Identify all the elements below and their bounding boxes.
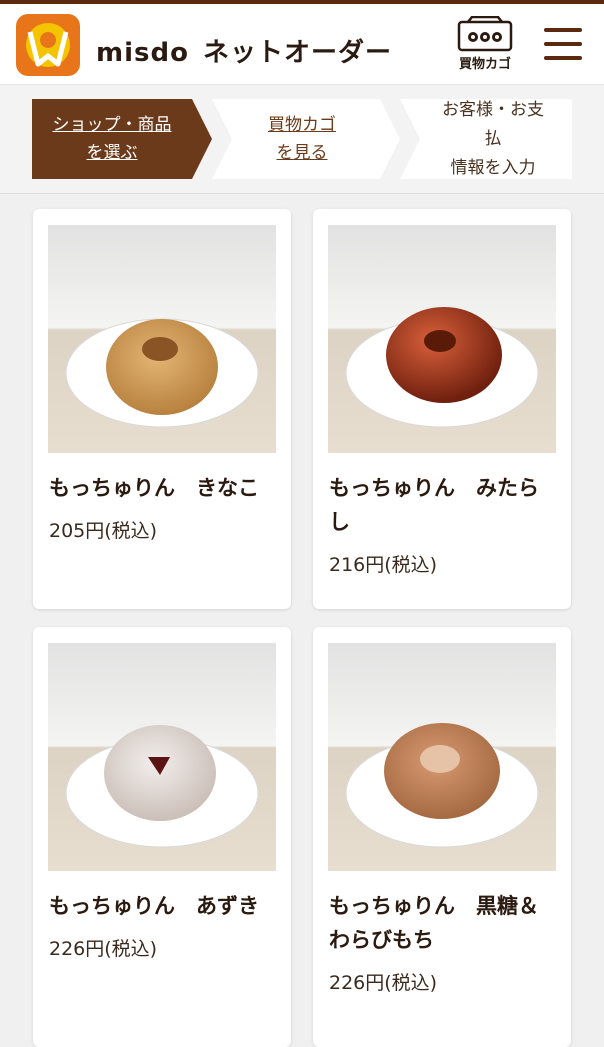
product-card[interactable]: もっちゅりん あずき 226円(税込) bbox=[33, 627, 291, 1047]
product-price: 205円(税込) bbox=[49, 520, 158, 542]
brand-title: misdo ネットオーダー bbox=[96, 32, 392, 69]
step-view-cart[interactable]: 買物カゴ を見る bbox=[212, 99, 400, 179]
brand-prefix: misdo bbox=[96, 38, 189, 68]
step3-line3: 情報を入力 bbox=[450, 157, 536, 178]
product-card[interactable]: もっちゅりん 黒糖＆ わらびもち 226円(税込) bbox=[313, 627, 571, 1047]
donut-mitarashi-photo-icon bbox=[328, 225, 556, 453]
donut-kokuto-warabi-photo-icon bbox=[328, 643, 556, 871]
step1-line1: ショップ・商品 bbox=[52, 115, 172, 135]
product-card[interactable]: もっちゅりん みたら し 216円(税込) bbox=[313, 209, 571, 609]
step3-line1: お客様・お支 bbox=[442, 99, 544, 120]
cart-icon bbox=[457, 16, 513, 52]
step2-line2: を見る bbox=[276, 143, 328, 163]
step3-line2: 払 bbox=[484, 128, 502, 149]
misdo-logo-icon[interactable] bbox=[16, 14, 80, 76]
step-select-shop[interactable]: ショップ・商品 を選ぶ bbox=[32, 99, 212, 179]
product-price: 226円(税込) bbox=[329, 972, 438, 994]
product-name: もっちゅりん 黒糖＆ わらびもち bbox=[329, 894, 539, 952]
order-steps: ショップ・商品 を選ぶ 買物カゴ を見る お客様・お支 払 情報を入力 bbox=[0, 85, 604, 194]
product-name: もっちゅりん みたら し bbox=[329, 476, 539, 534]
donut-azuki-photo-icon bbox=[48, 643, 276, 871]
product-name: もっちゅりん きなこ bbox=[49, 476, 259, 500]
product-name: もっちゅりん あずき bbox=[49, 894, 259, 918]
step2-line1: 買物カゴ bbox=[268, 115, 336, 135]
step-customer-info: お客様・お支 払 情報を入力 bbox=[400, 99, 572, 179]
product-card[interactable]: もっちゅりん きなこ 205円(税込) bbox=[33, 209, 291, 609]
donut-kinako-photo-icon bbox=[48, 225, 276, 453]
product-price: 226円(税込) bbox=[49, 938, 158, 960]
app-header: misdo ネットオーダー 買物カゴ bbox=[0, 4, 604, 85]
cart-button[interactable]: 買物カゴ bbox=[450, 16, 520, 76]
step1-line2: を選ぶ bbox=[86, 143, 138, 163]
brand-suffix: ネットオーダー bbox=[202, 38, 392, 68]
hamburger-menu-icon[interactable] bbox=[544, 28, 582, 66]
product-price: 216円(税込) bbox=[329, 554, 438, 576]
cart-label: 買物カゴ bbox=[458, 57, 511, 72]
